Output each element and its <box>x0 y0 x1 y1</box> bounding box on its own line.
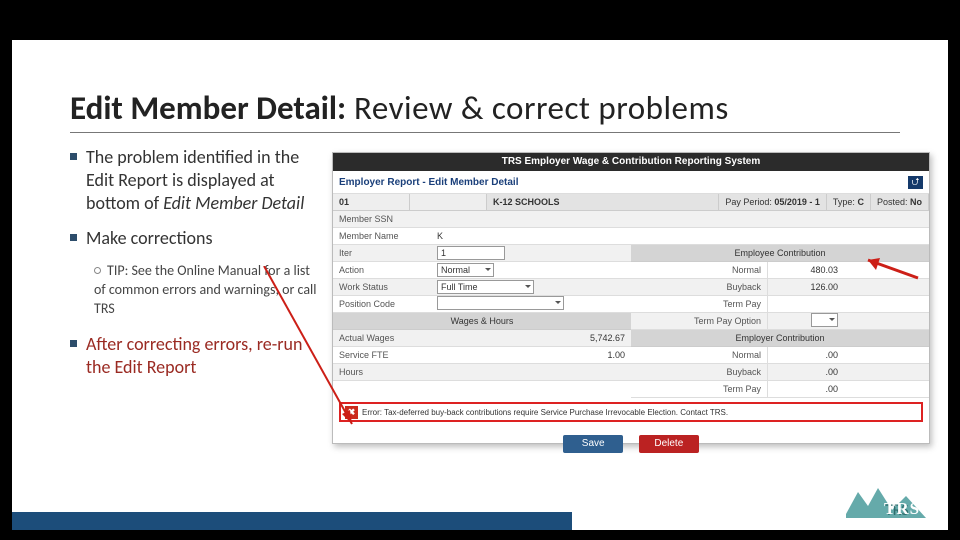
row-hours: Hours <box>333 364 631 381</box>
button-row: Save Delete <box>333 432 929 453</box>
term-opt-select[interactable] <box>811 313 838 327</box>
section-ee-contrib: Employee Contribution <box>631 245 929 262</box>
row-action: ActionNormal <box>333 262 631 279</box>
action-select[interactable]: Normal <box>437 263 494 277</box>
row-position: Position Code <box>333 296 631 313</box>
square-bullet-icon <box>70 153 77 160</box>
bullet-1-text: The problem identified in the Edit Repor… <box>86 146 318 215</box>
footer-strip <box>12 512 572 530</box>
row-ee-term: Term Pay <box>631 296 929 313</box>
pay-period: Pay Period: 05/2019 - 1 <box>719 194 827 210</box>
square-bullet-icon <box>70 234 77 241</box>
type: Type: C <box>827 194 871 210</box>
slide: Edit Member Detail: Review & correct pro… <box>12 40 948 530</box>
svg-text:TRS: TRS <box>884 499 920 518</box>
breadcrumb-bar: Employer Report - Edit Member Detail ⮍ <box>333 171 929 194</box>
row-name: Member Name K <box>333 228 929 245</box>
row-term-opt: Term Pay Option <box>631 313 929 330</box>
square-bullet-icon <box>70 340 77 347</box>
title-light: Review & correct problems <box>346 88 729 128</box>
section-wages: Wages & Hours <box>333 313 631 330</box>
row-fte: Service FTE1.00 <box>333 347 631 364</box>
screenshot-panel: TRS Employer Wage & Contribution Reporti… <box>332 152 930 444</box>
title-bold: Edit Member Detail: <box>70 88 346 128</box>
row-iter: Iter1 <box>333 245 631 262</box>
row-er-buyback: Buyback.00 <box>631 364 929 381</box>
info-bar: 01 K-12 SCHOOLS Pay Period: 05/2019 - 1 … <box>333 194 929 211</box>
bullet-1: The problem identified in the Edit Repor… <box>70 146 318 215</box>
employer-redacted <box>410 194 487 210</box>
trs-logo: TRS TRS <box>844 484 928 524</box>
bullet-2-text: Make corrections <box>86 227 213 250</box>
delete-button[interactable]: Delete <box>639 435 699 453</box>
row-ssn: Member SSN <box>333 211 929 228</box>
system-title-bar: TRS Employer Wage & Contribution Reporti… <box>333 153 929 171</box>
row-ee-buyback: Buyback126.00 <box>631 279 929 296</box>
name-value: K <box>431 228 929 244</box>
sub-bullet-tip: TIP: See the Online Manual for a list of… <box>94 262 318 319</box>
error-banner: ✖ Error: Tax-deferred buy-back contribut… <box>339 402 923 422</box>
row-ee-normal: Normal480.03 <box>631 262 929 279</box>
section-er-contrib: Employer Contribution <box>631 330 929 347</box>
row-er-normal: Normal.00 <box>631 347 929 364</box>
bullet-3: After correcting errors, re-run the Edit… <box>70 333 318 379</box>
employer-id-redacted: 01 <box>333 194 410 210</box>
up-icon[interactable]: ⮍ <box>908 176 923 189</box>
row-er-term: Term Pay.00 <box>631 381 929 398</box>
workstatus-select[interactable]: Full Time <box>437 280 534 294</box>
slide-title: Edit Member Detail: Review & correct pro… <box>70 88 900 133</box>
bullet-3-text: After correcting errors, re-run the Edit… <box>86 333 318 379</box>
row-workstatus: Work StatusFull Time <box>333 279 631 296</box>
iter-input[interactable]: 1 <box>437 246 505 260</box>
position-select[interactable] <box>437 296 564 310</box>
error-text: Error: Tax-deferred buy-back contributio… <box>362 408 728 417</box>
ssn-redacted <box>431 211 929 227</box>
posted: Posted: No <box>871 194 929 210</box>
circle-bullet-icon <box>94 267 101 274</box>
school-name: K-12 SCHOOLS <box>487 194 719 210</box>
bullet-2: Make corrections <box>70 227 318 250</box>
error-icon: ✖ <box>345 406 358 419</box>
breadcrumb: Employer Report - Edit Member Detail <box>339 177 518 188</box>
bullet-list: The problem identified in the Edit Repor… <box>70 146 318 391</box>
save-button[interactable]: Save <box>563 435 623 453</box>
row-actual-wages: Actual Wages5,742.67 <box>333 330 631 347</box>
